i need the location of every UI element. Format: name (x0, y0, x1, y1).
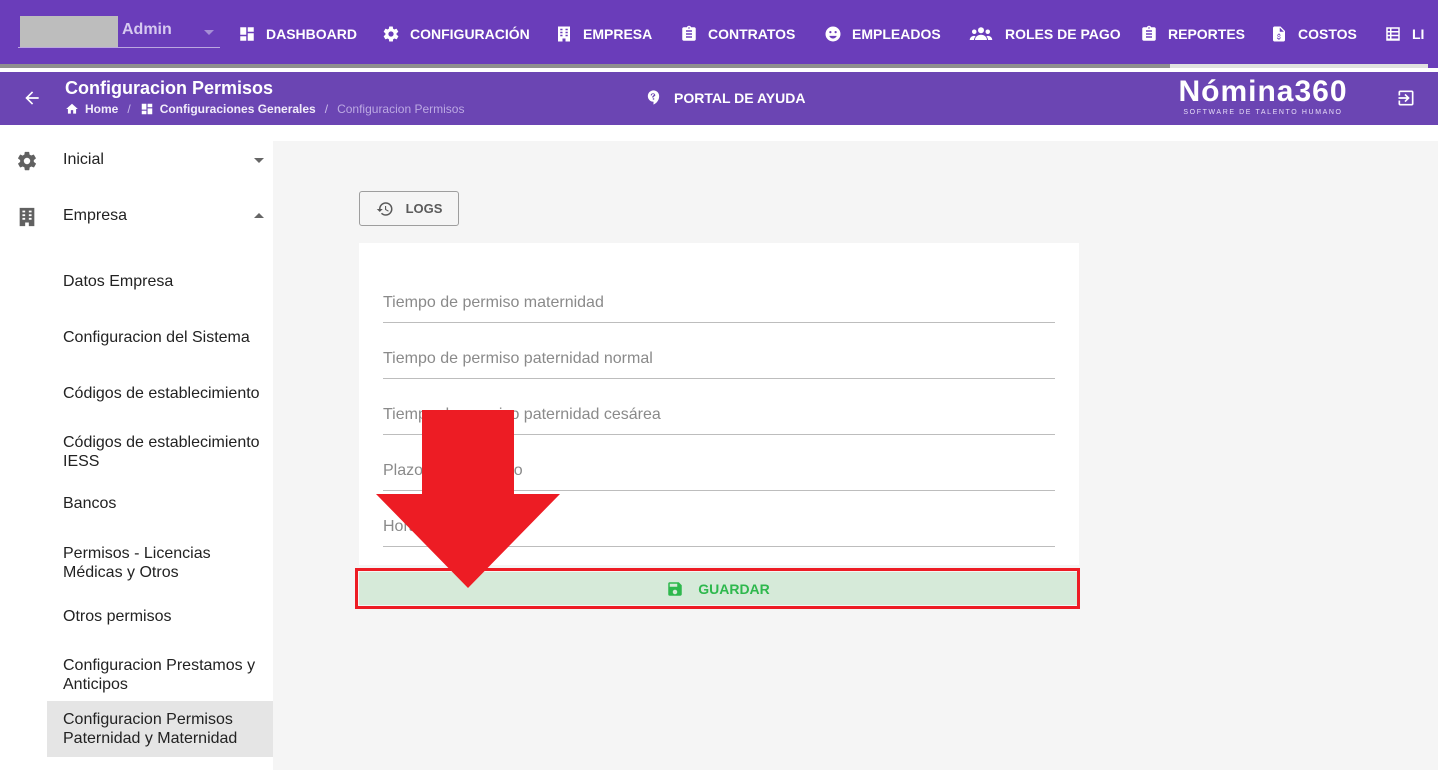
nav-configuracion-label: CONFIGURACIÓN (410, 26, 530, 42)
building-icon (16, 206, 38, 228)
paternity-normal-input[interactable] (383, 347, 1055, 371)
sidebar-item-configuracion-sistema[interactable]: Configuracion del Sistema (47, 309, 273, 365)
sidebar-item-inicial[interactable]: Inicial (0, 132, 273, 188)
nav-reportes[interactable]: REPORTES (1140, 22, 1245, 46)
top-navigation: Admin DASHBOARD CONFIGURACIÓN EMPRESA CO… (0, 0, 1438, 68)
nav-costos-label: COSTOS (1298, 26, 1357, 42)
nav-costos[interactable]: COSTOS (1270, 22, 1357, 46)
help-portal-link[interactable]: PORTAL DE AYUDA (645, 89, 805, 106)
nav-roles-label: ROLES DE PAGO (1005, 26, 1121, 42)
logs-button[interactable]: LOGS (359, 191, 459, 226)
sidebar-item-label: Configuracion Prestamos y Anticipos (63, 657, 256, 693)
nav-reportes-label: REPORTES (1168, 26, 1246, 42)
sidebar-item-label: Empresa (63, 207, 128, 224)
breadcrumb: Home / Configuraciones Generales / Confi… (65, 102, 464, 116)
nav-li-label: LI (1412, 26, 1425, 42)
loading-bar (0, 64, 1170, 68)
nav-li[interactable]: LI (1384, 22, 1424, 46)
sidebar-item-label: Códigos de establecimiento (63, 384, 260, 402)
annotation-arrow-down-icon (376, 410, 560, 588)
sidebar-item-label: Bancos (63, 494, 117, 512)
dashboard-icon (240, 27, 254, 41)
sidebar-item-prestamos-anticipos[interactable]: Configuracion Prestamos y Anticipos (47, 645, 273, 705)
maternity-time-field (383, 283, 1055, 323)
nav-contratos[interactable]: CONTRATOS (680, 22, 795, 46)
nav-empresa[interactable]: EMPRESA (555, 22, 652, 46)
sidebar-item-label: Configuracion Permisos Paternidad y Mate… (63, 711, 238, 747)
nav-contratos-label: CONTRATOS (708, 26, 796, 42)
page-title: Configuracion Permisos (65, 78, 274, 98)
face-icon (825, 26, 841, 42)
back-button[interactable] (22, 88, 42, 108)
sidebar-item-datos-empresa[interactable]: Datos Empresa (47, 253, 273, 309)
sidebar-item-permisos-paternidad-maternidad[interactable]: Configuracion Permisos Paternidad y Mate… (47, 701, 273, 757)
breadcrumb-home[interactable]: Home (85, 102, 118, 116)
logout-icon (1398, 90, 1414, 106)
sidebar-item-label: Inicial (63, 151, 104, 168)
sidebar-item-codigos-establecimiento[interactable]: Códigos de establecimiento (47, 365, 273, 421)
sidebar-item-label: Códigos de establecimiento IESS (63, 434, 260, 470)
sidebar: Inicial Empresa Datos Empresa Configurac… (0, 125, 273, 770)
chevron-down-icon (204, 30, 214, 35)
maternity-time-input[interactable] (383, 291, 1055, 315)
user-name: Admin (122, 21, 172, 38)
logout-button[interactable] (1396, 88, 1416, 108)
paternity-normal-field (383, 339, 1055, 379)
dollar-file-icon (1273, 26, 1285, 42)
gear-icon (383, 26, 399, 42)
nomina360-logo: Nómina360 SOFTWARE DE TALENTO HUMANO (1172, 76, 1354, 120)
sidebar-item-label: Datos Empresa (63, 272, 174, 290)
list-icon (1386, 27, 1400, 41)
chevron-up-icon (254, 213, 264, 218)
loading-bar-track (1170, 64, 1428, 68)
nav-roles-de-pago[interactable]: ROLES DE PAGO (967, 22, 1121, 46)
sidebar-item-codigos-iess[interactable]: Códigos de establecimiento IESS (47, 421, 273, 483)
user-selector[interactable]: Admin (18, 16, 220, 48)
logo-wordmark: Nómina360 (1178, 75, 1348, 108)
nav-dashboard-label: DASHBOARD (266, 26, 357, 42)
history-icon (376, 201, 393, 216)
logs-label: LOGS (405, 201, 443, 216)
nav-configuracion[interactable]: CONFIGURACIÓN (382, 22, 530, 46)
sidebar-item-empresa[interactable]: Empresa (0, 188, 273, 244)
help-icon (647, 90, 660, 105)
gear-icon (16, 150, 38, 172)
home-icon (66, 103, 78, 114)
people-icon (969, 27, 993, 40)
help-portal-label: PORTAL DE AYUDA (674, 89, 806, 106)
chevron-down-icon (254, 158, 264, 163)
sidebar-item-bancos[interactable]: Bancos (47, 477, 273, 529)
redacted-user-area (20, 16, 118, 47)
nav-dashboard[interactable]: DASHBOARD (238, 22, 357, 46)
sidebar-item-label: Configuracion del Sistema (63, 328, 250, 346)
nav-empresa-label: EMPRESA (583, 26, 653, 42)
breadcrumb-separator: / (324, 102, 329, 116)
sidebar-item-otros-permisos[interactable]: Otros permisos (47, 589, 273, 643)
building-icon (558, 26, 570, 42)
sidebar-item-label: Permisos - Licencias Médicas y Otros (63, 545, 211, 581)
clipboard-icon (682, 25, 696, 41)
sidebar-item-label: Otros permisos (63, 607, 172, 625)
page-header: Configuracion Permisos Home / Configurac… (0, 72, 1438, 125)
breadcrumb-current: Configuracion Permisos (337, 102, 465, 116)
nav-empleados[interactable]: EMPLEADOS (824, 22, 941, 46)
breadcrumb-separator: / (127, 102, 131, 116)
dashboard-icon (141, 103, 152, 115)
nav-empleados-label: EMPLEADOS (852, 26, 941, 42)
logo-tagline: SOFTWARE DE TALENTO HUMANO (1183, 109, 1343, 116)
clipboard-report-icon (1142, 25, 1156, 41)
breadcrumb-section[interactable]: Configuraciones Generales (160, 102, 316, 116)
arrow-left-icon (25, 91, 39, 105)
sidebar-item-permisos-licencias[interactable]: Permisos - Licencias Médicas y Otros (47, 533, 273, 593)
